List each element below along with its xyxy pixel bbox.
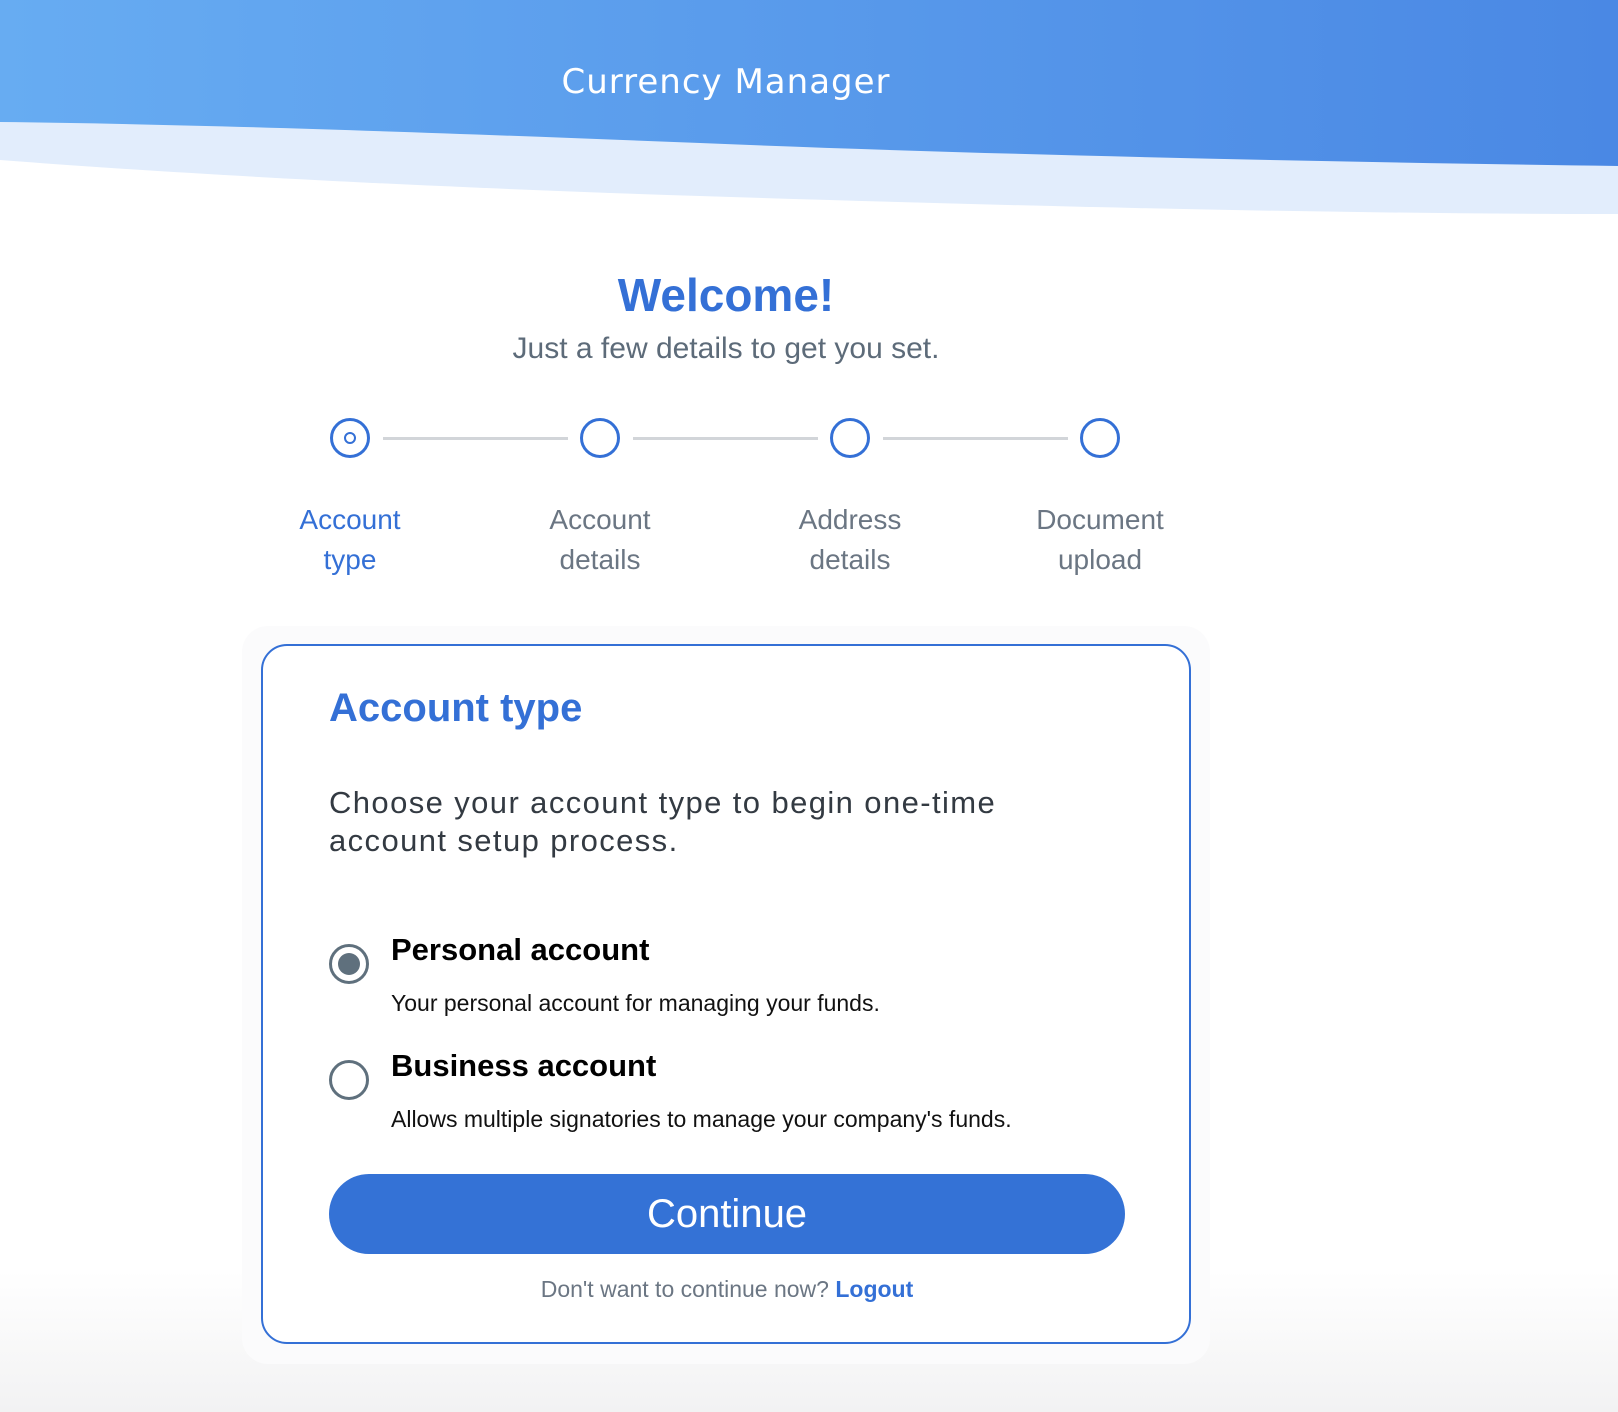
step-label-account-type: Account type — [270, 500, 430, 580]
progress-stepper: Account type Account details Address det… — [248, 410, 1248, 590]
onboarding-page: Currency Manager Welcome! Just a few det… — [0, 0, 1618, 1412]
account-type-card: Account type Choose your account type to… — [261, 644, 1191, 1344]
header-wave-background — [0, 0, 1618, 214]
step-label-line: Document — [1036, 504, 1164, 535]
step-label-line: type — [323, 544, 377, 575]
radio-selected-icon[interactable] — [329, 944, 369, 984]
step-label-document-upload: Document upload — [1020, 500, 1180, 580]
step-connector-1 — [383, 437, 568, 440]
step-label-account-details: Account details — [520, 500, 680, 580]
step-connector-3 — [883, 437, 1068, 440]
logout-link[interactable]: Logout — [835, 1276, 913, 1302]
personal-account-option[interactable]: Personal account Your personal account f… — [329, 932, 1129, 1022]
personal-account-description: Your personal account for managing your … — [391, 990, 880, 1016]
step-label-line: Account — [549, 504, 651, 535]
continue-button[interactable]: Continue — [329, 1174, 1125, 1254]
card-description: Choose your account type to begin one-ti… — [329, 785, 997, 858]
business-account-title: Business account — [391, 1048, 657, 1083]
step-label-line: Account — [299, 504, 401, 535]
step-label-line: details — [809, 544, 891, 575]
empty-circle-icon — [830, 418, 870, 458]
step-label-address-details: Address details — [770, 500, 930, 580]
empty-circle-icon — [1080, 418, 1120, 458]
logout-prompt-text: Don't want to continue now? — [540, 1276, 829, 1302]
step-label-line: details — [559, 544, 641, 575]
circle-dot-icon — [330, 418, 370, 458]
welcome-title: Welcome! — [617, 269, 835, 321]
business-account-description: Allows multiple signatories to manage yo… — [391, 1106, 1012, 1132]
welcome-subtitle: Just a few details to get you set. — [512, 332, 940, 365]
radio-unselected-icon[interactable] — [329, 1060, 369, 1100]
empty-circle-icon — [580, 418, 620, 458]
logout-prompt: Don't want to continue now? Logout — [263, 1276, 1191, 1303]
step-label-line: upload — [1057, 544, 1143, 575]
radio-selected-dot — [338, 953, 360, 975]
step-label-line: Address — [798, 504, 902, 535]
app-title: Currency Manager — [561, 62, 891, 102]
personal-account-title: Personal account — [391, 932, 650, 967]
active-step-dot — [344, 432, 356, 444]
card-title: Account type — [329, 686, 583, 730]
step-connector-2 — [633, 437, 818, 440]
business-account-option[interactable]: Business account Allows multiple signato… — [329, 1048, 1129, 1138]
